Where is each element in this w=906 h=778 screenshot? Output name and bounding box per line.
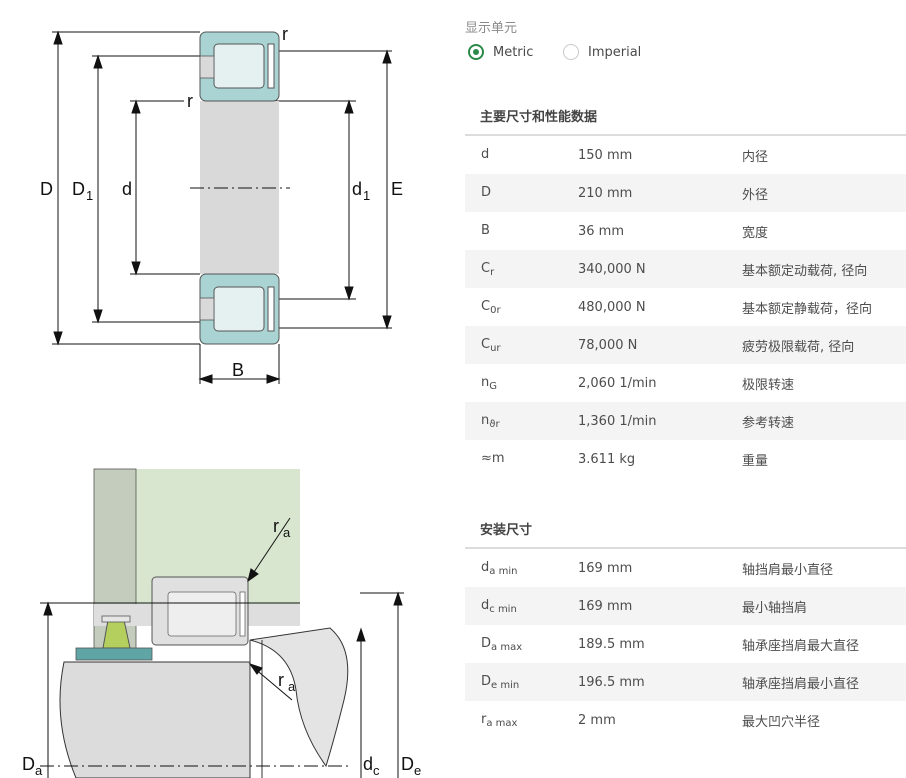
metric-label: Metric — [493, 44, 534, 60]
label-r-inner: r — [187, 91, 193, 111]
table-row: Cr 340,000 N 基本额定动载荷, 径向 — [465, 250, 906, 288]
table-row: nG 2,060 1/min 极限转速 — [481, 374, 795, 393]
table-row: Cur 78,000 N 疲劳极限载荷, 径向 — [465, 326, 906, 364]
table-row: da min 169 mm 轴挡肩最小直径 — [481, 559, 834, 578]
main-data-table: d 150 mm 内径 D 210 mm 外径 B 36 mm 宽度 Cr 34… — [465, 136, 906, 478]
label-ra-top: r — [273, 516, 279, 536]
label-D1-sub: 1 — [86, 188, 93, 203]
mounting-table: da min 169 mm 轴挡肩最小直径 dc min 169 mm 最小轴挡… — [465, 549, 906, 739]
label-E: E — [391, 179, 403, 199]
label-D1: D — [72, 179, 85, 199]
mounting-title: 安装尺寸 — [480, 523, 533, 538]
table-row: ≈m 3.611 kg 重量 — [481, 450, 769, 469]
main-data-title: 主要尺寸和性能数据 — [480, 110, 598, 125]
unit-title: 显示单元 — [465, 21, 518, 36]
imperial-radio[interactable] — [563, 44, 579, 60]
label-d: d — [122, 179, 132, 199]
metric-radio[interactable] — [468, 44, 484, 60]
imperial-label: Imperial — [588, 44, 642, 60]
table-row: nϑr 1,360 1/min 参考转速 — [465, 402, 906, 440]
table-row: dc min 169 mm 最小轴挡肩 — [465, 587, 906, 625]
label-ra-bottom-sub: a — [288, 679, 296, 694]
table-row: C0r 480,000 N 基本额定静载荷，径向 — [481, 298, 873, 317]
label-D: D — [40, 179, 53, 199]
table-row: ra max 2 mm 最大凹穴半径 — [481, 711, 821, 730]
label-r-outer: r — [282, 24, 288, 44]
label-dc-sub: c — [373, 763, 380, 778]
table-row: De min 196.5 mm 轴承座挡肩最小直径 — [465, 663, 906, 701]
table-row: d 150 mm 内径 — [481, 146, 769, 165]
bearing-section-drawing: D D 1 d d 1 E B r r — [40, 24, 403, 384]
label-d1-sub: 1 — [363, 188, 370, 203]
table-row: B 36 mm 宽度 — [481, 222, 769, 241]
label-Da-sub: a — [35, 763, 43, 778]
label-De-sub: e — [414, 763, 421, 778]
table-row: Da max 189.5 mm 轴承座挡肩最大直径 — [481, 635, 860, 654]
label-B: B — [232, 360, 244, 380]
label-d1: d — [352, 179, 362, 199]
label-ra-bottom: r — [278, 670, 284, 690]
label-De: D — [401, 754, 414, 774]
metric-radio-option[interactable]: Metric — [468, 44, 533, 60]
label-ra-top-sub: a — [283, 525, 291, 540]
label-dc: d — [363, 754, 373, 774]
imperial-radio-option[interactable]: Imperial — [563, 44, 641, 60]
table-row: D 210 mm 外径 — [465, 174, 906, 212]
label-Da: D — [22, 754, 35, 774]
